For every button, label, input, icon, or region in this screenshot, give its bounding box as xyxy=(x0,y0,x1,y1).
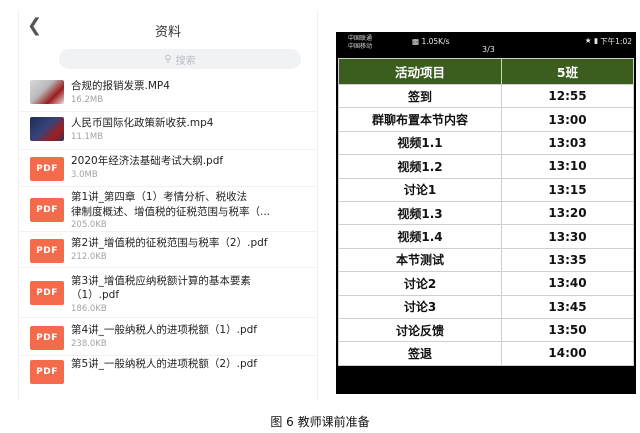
file-size: 205.0KB xyxy=(71,220,107,230)
search-placeholder: 搜索 xyxy=(175,55,196,67)
table-row: 签到 12:55 xyxy=(338,83,634,109)
time-cell: 13:03 xyxy=(501,130,634,156)
file-name-line1: 第3讲_增值税应纳税额计算的基本要素 xyxy=(71,275,251,287)
table-header-row: 活动项目 5班 xyxy=(338,58,634,85)
pdf-icon: PDF xyxy=(30,239,64,263)
list-item[interactable]: PDF 第1讲_第四章（1）考情分析、税收法 律制度概述、增值税的征税范围与税率… xyxy=(19,187,317,232)
table-row: 视频1.1 13:03 xyxy=(338,130,634,156)
activity-cell: 讨论2 xyxy=(338,271,502,296)
table-row: 讨论3 13:45 xyxy=(338,294,634,319)
column-header-class: 5班 xyxy=(501,58,634,85)
pdf-icon: PDF xyxy=(30,326,64,350)
time-cell: 12:55 xyxy=(501,83,634,109)
page-indicator: 3/3 xyxy=(482,45,495,54)
activity-cell: 签到 xyxy=(338,83,502,109)
table-row: 视频1.3 13:20 xyxy=(338,200,634,226)
time-cell: 13:30 xyxy=(501,224,634,249)
file-list-screen: ❮ 资料 ⚲ 搜索 合规的报销发票.MP4 16.2MB 人民币国际化政策新收获… xyxy=(18,10,318,400)
net-speed: 1.05K/s xyxy=(421,37,450,46)
file-size: 3.0MB xyxy=(71,170,98,180)
time-cell: 13:40 xyxy=(501,271,634,296)
carrier: 中国联通 中国移动 xyxy=(348,35,372,51)
pdf-icon: PDF xyxy=(30,157,64,181)
file-size: 16.2MB xyxy=(71,95,104,105)
list-item[interactable]: PDF 2020年经济法基础考试大纲.pdf 3.0MB xyxy=(19,150,317,187)
time-cell: 13:50 xyxy=(501,317,634,343)
signal-icon: ▩ 1.05K/s xyxy=(412,37,450,46)
file-name: 合规的报销发票.MP4 xyxy=(71,80,170,92)
status-bar: 中国联通 中国移动 ▩ 1.05K/s 3/3 ★ ▮ 下午1:02 xyxy=(336,32,636,58)
list-item[interactable]: PDF 第4讲_一般纳税人的进项税额（1）.pdf 238.0KB xyxy=(19,318,317,356)
file-name: 人民币国际化政策新收获.mp4 xyxy=(71,117,214,129)
pdf-icon: PDF xyxy=(30,281,64,305)
time-cell: 13:10 xyxy=(501,154,634,179)
file-name-line2: （1）.pdf xyxy=(71,289,120,301)
activity-cell: 视频1.3 xyxy=(338,200,502,226)
time-cell: 13:15 xyxy=(501,177,634,202)
status-icons: ★ ▮ xyxy=(585,36,598,45)
activity-cell: 讨论3 xyxy=(338,294,502,319)
file-name: 第5讲_一般纳税人的进项税额（2）.pdf xyxy=(71,358,257,370)
list-item[interactable]: PDF 第5讲_一般纳税人的进项税额（2）.pdf xyxy=(19,356,317,386)
file-name: 2020年经济法基础考试大纲.pdf xyxy=(71,155,224,167)
activity-cell: 讨论1 xyxy=(338,177,502,202)
table-row: 签退 14:00 xyxy=(338,341,634,366)
table-row: 讨论1 13:15 xyxy=(338,177,634,202)
file-size: 212.0KB xyxy=(71,252,107,262)
table-row: 本节测试 13:35 xyxy=(338,247,634,273)
schedule-screen: 中国联通 中国移动 ▩ 1.05K/s 3/3 ★ ▮ 下午1:02 活动项目 … xyxy=(336,32,636,394)
file-name: 第4讲_一般纳税人的进项税额（1）.pdf xyxy=(71,324,257,336)
file-name-line1: 第1讲_第四章（1）考情分析、税收法 xyxy=(71,191,248,203)
list-item[interactable]: 人民币国际化政策新收获.mp4 11.1MB xyxy=(19,112,317,150)
table-row: 讨论2 13:40 xyxy=(338,271,634,296)
video-thumbnail xyxy=(30,117,64,141)
video-thumbnail xyxy=(30,80,64,104)
activity-cell: 视频1.4 xyxy=(338,224,502,249)
carrier-line2: 中国移动 xyxy=(348,43,373,50)
activity-cell: 签退 xyxy=(338,341,502,366)
header: ❮ 资料 xyxy=(19,10,317,48)
file-name: 第2讲_增值税的征税范围与税率（2）.pdf xyxy=(71,237,268,249)
time-cell: 13:00 xyxy=(501,107,634,132)
file-list: 合规的报销发票.MP4 16.2MB 人民币国际化政策新收获.mp4 11.1M… xyxy=(19,76,317,386)
file-size: 238.0KB xyxy=(71,339,107,349)
column-header-activity: 活动项目 xyxy=(338,58,502,85)
pdf-icon: PDF xyxy=(30,198,64,222)
clock: 下午1:02 xyxy=(600,37,632,46)
file-size: 186.0KB xyxy=(71,304,107,314)
search-icon: ⚲ xyxy=(164,53,172,65)
search-input[interactable]: ⚲ 搜索 xyxy=(59,49,301,69)
list-item[interactable]: PDF 第2讲_增值税的征税范围与税率（2）.pdf 212.0KB xyxy=(19,232,317,268)
battery-icon: ▮ xyxy=(593,36,598,45)
table-row: 讨论反馈 13:50 xyxy=(338,317,634,343)
activity-cell: 群聊布置本节内容 xyxy=(338,107,502,132)
activity-cell: 本节测试 xyxy=(338,247,502,273)
carrier-line1: 中国联通 xyxy=(348,35,373,42)
time-cell: 13:45 xyxy=(501,294,634,319)
pdf-icon: PDF xyxy=(30,360,64,384)
bluetooth-icon: ★ xyxy=(584,36,592,45)
table-row: 视频1.2 13:10 xyxy=(338,154,634,179)
table-row: 视频1.4 13:30 xyxy=(338,224,634,249)
file-size: 11.1MB xyxy=(71,132,104,142)
file-name-line2: 律制度概述、增值税的征税范围与税率（... xyxy=(71,206,271,218)
activity-cell: 视频1.1 xyxy=(338,130,502,156)
activity-cell: 讨论反馈 xyxy=(338,317,502,343)
table-row: 群聊布置本节内容 13:00 xyxy=(338,107,634,132)
schedule-table: 活动项目 5班 签到 12:55 群聊布置本节内容 13:00 视频1.1 13:03 视频… xyxy=(338,58,634,366)
list-item[interactable]: 合规的报销发票.MP4 16.2MB xyxy=(19,76,317,112)
time-cell: 14:00 xyxy=(501,341,634,366)
list-item[interactable]: PDF 第3讲_增值税应纳税额计算的基本要素 （1）.pdf 186.0KB xyxy=(19,268,317,318)
time-cell: 13:35 xyxy=(501,247,634,273)
time-cell: 13:20 xyxy=(501,200,634,226)
page-title: 资料 xyxy=(154,25,181,40)
activity-cell: 视频1.2 xyxy=(338,154,502,179)
table-body: 签到 12:55 群聊布置本节内容 13:00 视频1.1 13:03 视频1.2 13:10… xyxy=(338,83,634,366)
signal-bars-icon: ▩ xyxy=(412,37,420,46)
figure-caption: 图 6 教师课前准备 xyxy=(270,415,370,429)
